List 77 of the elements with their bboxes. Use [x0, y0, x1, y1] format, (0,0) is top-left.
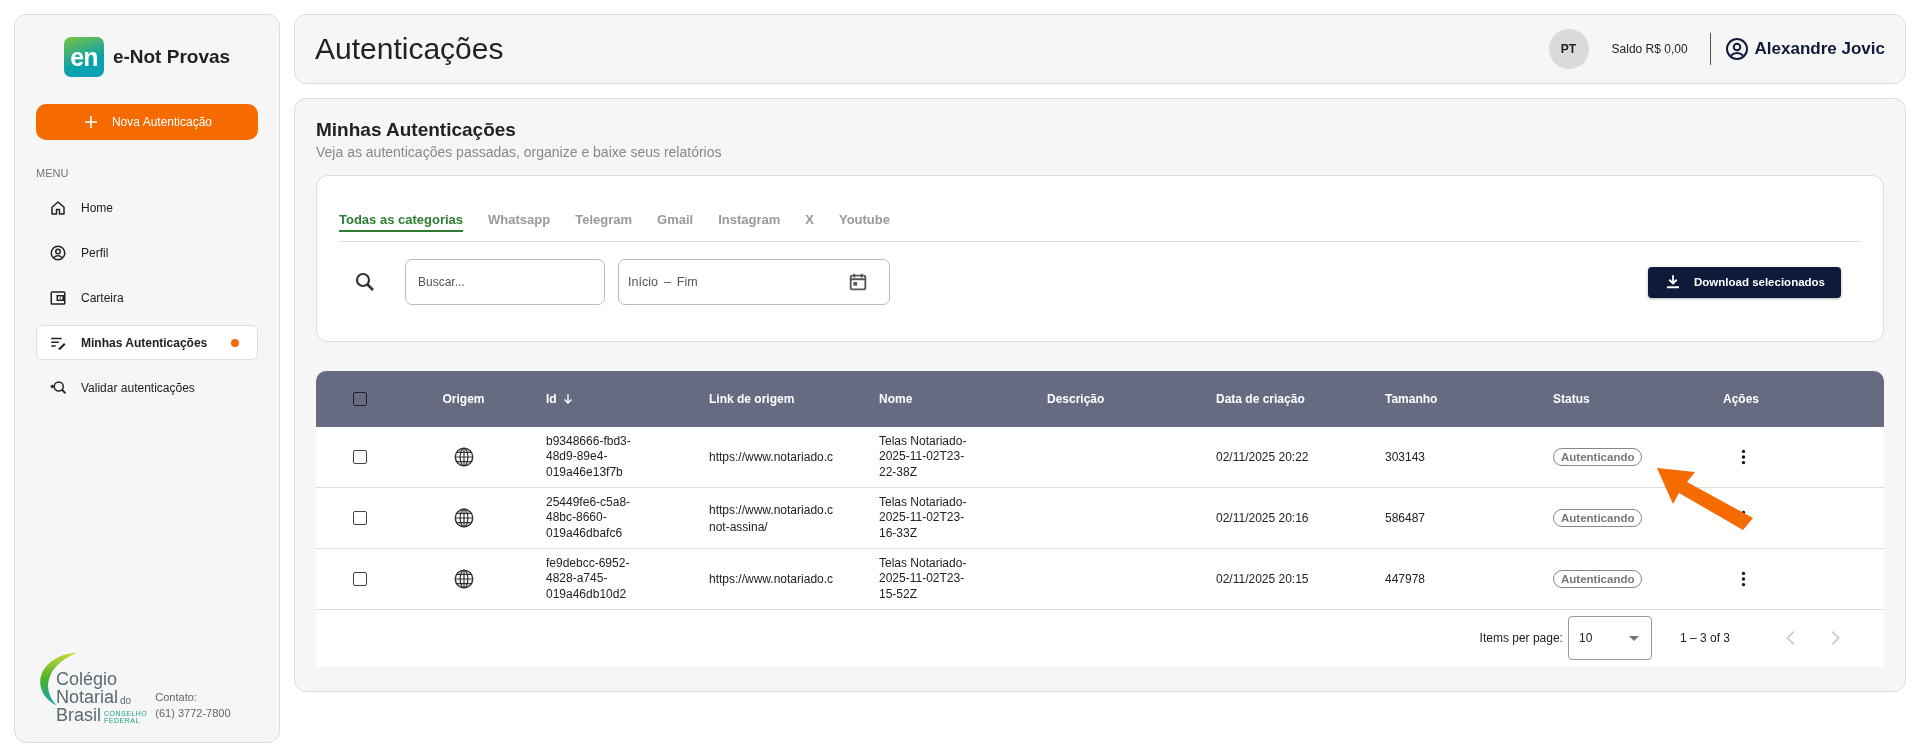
column-header[interactable]: Link de origem: [709, 392, 795, 406]
table-cell-text: b9348666-fbd3-48d9-89e4-019a46e13f7b: [546, 433, 632, 481]
date-end-placeholder: Fim: [676, 275, 698, 289]
items-per-page-label: Items per page:: [1479, 631, 1563, 645]
table-cell: 303143: [1385, 450, 1426, 464]
date-start-placeholder: Início: [628, 275, 658, 289]
category-tab[interactable]: X: [805, 212, 814, 232]
table-cell: https://www.notariado.c: [709, 450, 834, 464]
logo-wordmark: Colégio: [56, 670, 119, 688]
table-cell: 586487: [1385, 511, 1426, 525]
page-title: Autenticações: [315, 32, 505, 66]
table-cell: https://www.notariado.c: [709, 572, 834, 586]
wallet-icon: [49, 288, 67, 307]
table-cell-text: Telas Notariado-2025-11-02T23-16-33Z: [879, 494, 968, 542]
column-header[interactable]: Ações: [1723, 392, 1760, 406]
column-header[interactable]: Status: [1553, 392, 1590, 406]
table-cell-text: Telas Notariado-2025-11-02T23-22-38Z: [879, 433, 968, 481]
checkbox[interactable]: [353, 511, 367, 525]
dropdown-caret-icon: [1628, 635, 1639, 641]
table-cell: 02/11/2025 20:22: [1216, 450, 1309, 464]
table-cell-text: 25449fe6-c5a8-48bc-8660-019a46dbafc6: [546, 494, 632, 542]
section-subtitle: Veja as autenticações passadas, organize e baixe seus relatórios: [316, 144, 723, 160]
category-tab[interactable]: Todas as categorias: [339, 212, 464, 232]
category-tab[interactable]: Gmail: [657, 212, 694, 232]
checkbox[interactable]: [353, 572, 367, 586]
more-vertical-icon: [1741, 571, 1746, 587]
page-size-value: 10: [1578, 631, 1593, 645]
sidebar-item[interactable]: Validar autenticações: [36, 370, 258, 405]
sidebar-item[interactable]: Perfil: [36, 235, 258, 270]
category-tab[interactable]: Whatsapp: [488, 212, 551, 232]
page-size-select[interactable]: 10: [1567, 616, 1652, 660]
column-header[interactable]: Descrição: [1047, 392, 1105, 406]
contact-label: Contato:: [155, 690, 198, 706]
sidebar-item[interactable]: Carteira: [36, 280, 258, 315]
language-avatar[interactable]: PT: [1548, 29, 1589, 69]
checkbox[interactable]: [353, 392, 367, 406]
column-header[interactable]: Origem: [442, 392, 485, 406]
user-menu[interactable]: Alexandre Jovic: [1724, 37, 1885, 61]
table-cell: 02/11/2025 20:16: [1216, 511, 1309, 525]
date-range-field[interactable]: Início – Fim: [618, 259, 890, 305]
table-cell: not-assina/: [709, 519, 768, 534]
balance-text: Saldo R$ 0,00: [1611, 42, 1688, 56]
more-vertical-icon: [1741, 449, 1746, 465]
profile-icon: [49, 243, 67, 262]
column-header[interactable]: Tamanho: [1385, 392, 1438, 406]
column-header[interactable]: Nome: [879, 392, 913, 406]
table-cell-text: fe9debcc-6952-4828-a745-019a46db10d2: [546, 555, 631, 603]
page-range: 1 – 3 of 3: [1679, 631, 1730, 645]
user-icon: [1724, 37, 1749, 61]
table-cell: https://www.notariado.c: [709, 502, 834, 517]
menu-heading: MENU: [36, 167, 70, 179]
sidebar-item[interactable]: Home: [36, 190, 258, 225]
category-tab[interactable]: Telegram: [575, 212, 632, 232]
app-name: e-Not Provas: [112, 46, 231, 68]
new-authentication-button[interactable]: Nova Autenticação: [36, 104, 258, 140]
date-separator: –: [663, 275, 671, 289]
logo-mark: en: [63, 37, 104, 77]
contact-phone: (61) 3772-7800: [155, 706, 231, 722]
search-field[interactable]: Buscar...: [405, 259, 605, 305]
calendar-icon: [847, 271, 869, 293]
home-icon: [49, 198, 67, 217]
category-tab[interactable]: Instagram: [718, 212, 781, 232]
sidebar-item[interactable]: Minhas Autenticações: [36, 325, 258, 360]
table-cell-text: Telas Notariado-2025-11-02T23-15-52Z: [879, 555, 968, 603]
search-history-icon: [49, 378, 67, 397]
category-tab[interactable]: Youtube: [838, 212, 890, 232]
logo-wordmark: do: [120, 696, 132, 706]
table-cell: 447978: [1385, 572, 1426, 586]
column-header[interactable]: Data de criação: [1216, 392, 1305, 406]
column-header[interactable]: Id: [546, 392, 557, 406]
logo-wordmark: Notarial: [56, 688, 119, 706]
checkbox[interactable]: [353, 450, 367, 464]
section-title: Minhas Autenticações: [316, 119, 517, 141]
download-button[interactable]: Download selecionados: [1648, 266, 1841, 298]
download-icon: [1664, 273, 1682, 291]
table-cell: 02/11/2025 20:15: [1216, 572, 1309, 586]
logo-wordmark: Brasil: [56, 706, 101, 724]
